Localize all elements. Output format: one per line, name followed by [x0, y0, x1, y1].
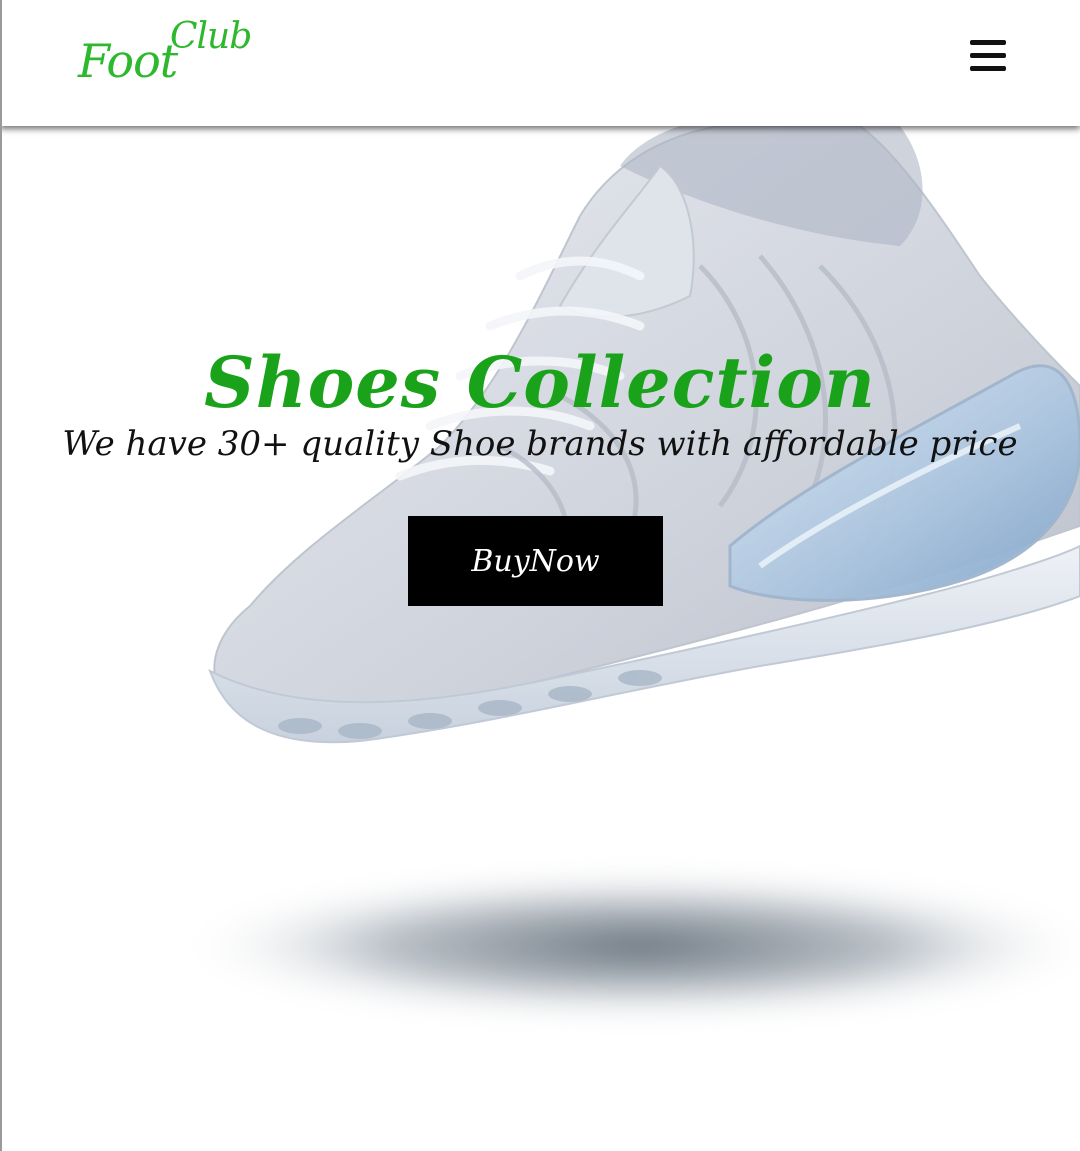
buy-now-button[interactable]: BuyNow — [408, 516, 663, 606]
hero-subtitle: We have 30+ quality Shoe brands with aff… — [62, 424, 1018, 464]
brand-logo[interactable]: Foot Club — [78, 14, 268, 104]
logo-text-foot: Foot — [78, 34, 178, 88]
page-border — [0, 0, 2, 1151]
hero-title: Shoes Collection — [204, 340, 876, 424]
logo-text-club: Club — [170, 16, 252, 57]
menu-bar — [970, 66, 1006, 71]
site-header: Foot Club — [0, 0, 1080, 126]
sneaker-image — [170, 126, 1080, 1021]
hero-section: Shoes Collection We have 30+ quality Sho… — [0, 126, 1080, 1151]
hamburger-menu-icon[interactable] — [966, 38, 1010, 76]
menu-bar — [970, 53, 1006, 58]
menu-bar — [970, 40, 1006, 45]
